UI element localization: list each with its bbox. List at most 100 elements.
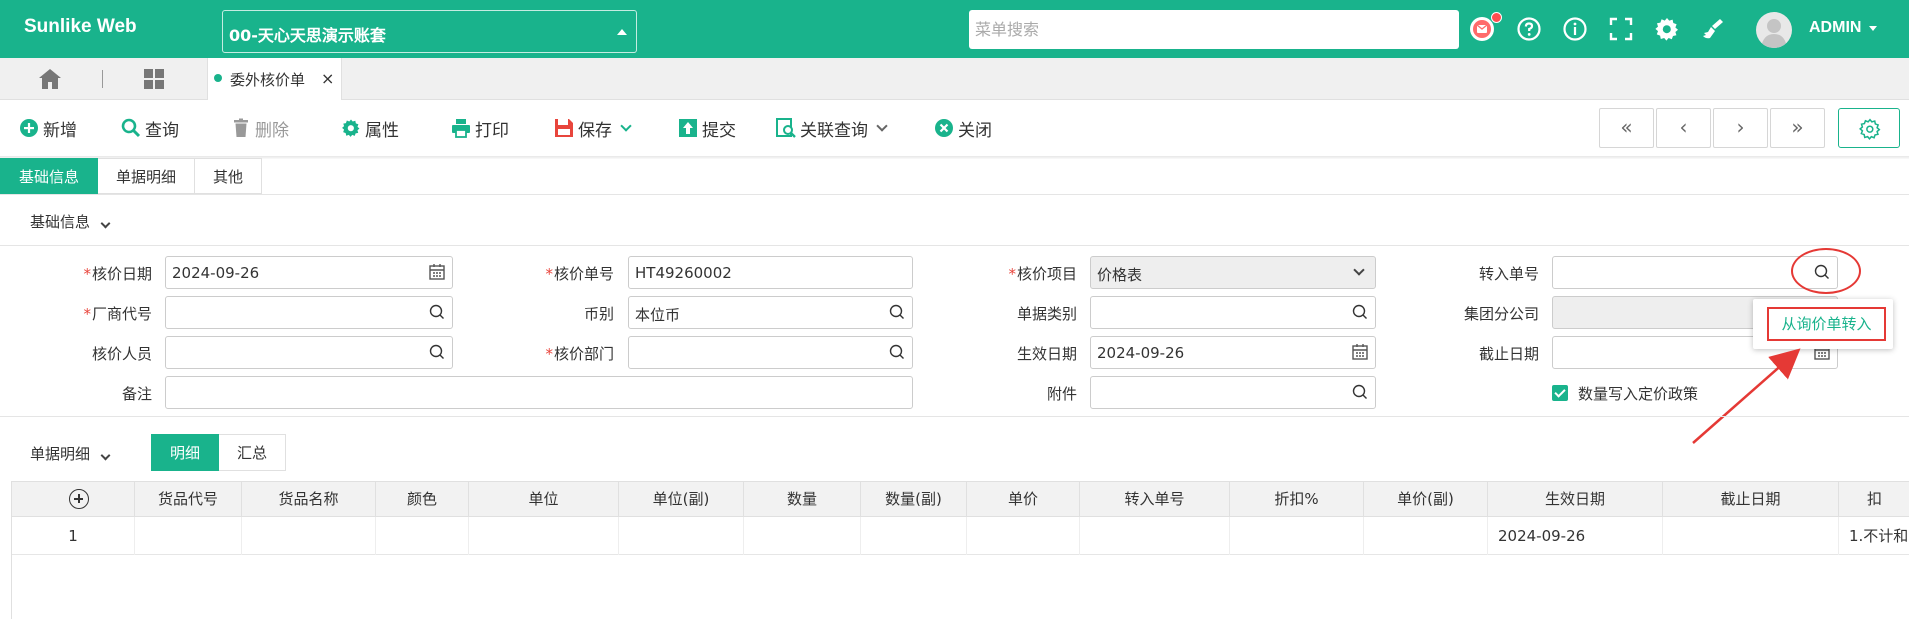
cell-end-date[interactable] [1663,517,1839,555]
menu-search-input[interactable] [969,10,1459,49]
tab-label[interactable]: 委外核价单 [230,69,305,90]
user-avatar[interactable] [1756,12,1792,48]
search-icon[interactable] [1351,383,1369,401]
cell-price[interactable] [967,517,1080,555]
info-icon[interactable] [1562,16,1588,42]
detail-header[interactable]: 单据明细 [30,443,111,464]
remark-field[interactable] [165,376,913,409]
cell-color[interactable] [376,517,469,555]
properties-button[interactable]: 属性 [341,116,399,141]
from-inquiry-transfer-option[interactable]: 从询价单转入 [1767,307,1886,341]
divider [0,194,1909,195]
search-icon[interactable] [428,343,446,361]
col-price[interactable]: 单价 [967,482,1080,518]
cell-unit[interactable] [469,517,619,555]
print-button[interactable]: 打印 [451,116,509,141]
col-effective-date[interactable]: 生效日期 [1488,482,1663,518]
cell-transfer-no[interactable] [1080,517,1230,555]
col-discount[interactable]: 折扣% [1230,482,1364,518]
search-icon[interactable] [1351,303,1369,321]
write-qty-checkbox[interactable] [1552,385,1568,401]
cell-unit-sub[interactable] [619,517,744,555]
attachment-field[interactable] [1090,376,1376,409]
currency-value: 本位币 [635,306,681,324]
fullscreen-icon[interactable] [1608,16,1634,42]
cell-qty[interactable] [744,517,861,555]
currency-label: 币别 [583,305,614,323]
price-no-field[interactable]: HT49260002 [628,256,913,289]
tab-detail[interactable]: 明细 [151,434,220,471]
price-item-select[interactable]: 价格表 [1090,256,1376,289]
grid-add-row[interactable] [12,482,135,518]
company-selector[interactable]: 00-天心天思演示账套 [222,10,637,53]
price-person-field[interactable] [165,336,453,369]
doc-type-field[interactable] [1090,296,1376,329]
cell-effective-date[interactable]: 2024-09-26 [1488,517,1663,555]
price-date-field[interactable]: 2024-09-26 [165,256,453,289]
col-deduct[interactable]: 扣 [1839,482,1909,518]
price-dept-field[interactable] [628,336,913,369]
calendar-icon[interactable] [428,263,446,281]
cell-discount[interactable] [1230,517,1364,555]
tab-basic-info[interactable]: 基础信息 [0,158,99,194]
table-row[interactable]: 1 2024-09-26 1.不计和 [12,517,1909,555]
col-price-sub[interactable]: 单价(副) [1364,482,1488,518]
search-icon[interactable] [428,303,446,321]
clean-brush-icon[interactable] [1700,16,1726,42]
cell-goods-code[interactable] [135,517,242,555]
next-record-button[interactable]: › [1713,108,1768,148]
settings-icon[interactable] [1654,16,1680,42]
col-color[interactable]: 颜色 [376,482,469,518]
cell-deduct[interactable]: 1.不计和 [1839,517,1909,555]
query-button[interactable]: 查询 [121,116,179,141]
cell-qty-sub[interactable] [861,517,967,555]
help-icon[interactable] [1516,16,1542,42]
chevron-down-icon[interactable] [620,119,632,132]
delete-button[interactable]: 删除 [231,116,289,141]
save-button[interactable]: 保存 [554,116,632,141]
col-qty[interactable]: 数量 [744,482,861,518]
caret-up-icon [617,29,627,35]
related-query-label: 关联查询 [800,120,868,141]
group-branch-label: 集团分公司 [1463,305,1539,323]
add-row-icon[interactable] [69,489,89,509]
search-icon[interactable] [888,303,906,321]
tab-doc-detail[interactable]: 单据明细 [98,158,196,194]
tab-close-icon[interactable]: × [321,69,334,88]
last-record-button[interactable]: » [1770,108,1825,148]
col-transfer-no[interactable]: 转入单号 [1080,482,1230,518]
effective-date-value: 2024-09-26 [1097,344,1185,362]
new-button[interactable]: 新增 [19,116,77,141]
cell-goods-name[interactable] [242,517,376,555]
first-record-button[interactable]: « [1599,108,1654,148]
cell-price-sub[interactable] [1364,517,1488,555]
home-icon[interactable] [37,67,63,91]
tab-other[interactable]: 其他 [195,158,263,194]
apps-grid-icon[interactable] [142,67,166,91]
col-end-date[interactable]: 截止日期 [1663,482,1839,518]
col-goods-code[interactable]: 货品代号 [135,482,242,518]
col-unit-sub[interactable]: 单位(副) [619,482,744,518]
user-name[interactable]: ADMIN [1809,19,1861,37]
gear-icon [341,118,361,138]
tab-summary[interactable]: 汇总 [219,434,287,471]
save-label: 保存 [578,120,612,141]
related-query-button[interactable]: 关联查询 [776,116,888,141]
close-button[interactable]: 关闭 [934,116,992,141]
vendor-code-field[interactable] [165,296,453,329]
caret-down-icon[interactable] [1869,26,1877,31]
chevron-down-icon[interactable] [876,119,888,132]
col-goods-name[interactable]: 货品名称 [242,482,376,518]
currency-field[interactable]: 本位币 [628,296,913,329]
search-icon[interactable] [888,343,906,361]
page-settings-button[interactable] [1838,108,1900,148]
basic-info-header[interactable]: 基础信息 [30,211,111,232]
calendar-icon[interactable] [1351,343,1369,361]
printer-icon [451,118,471,138]
col-unit[interactable]: 单位 [469,482,619,518]
effective-date-field[interactable]: 2024-09-26 [1090,336,1376,369]
submit-button[interactable]: 提交 [678,116,736,141]
trash-icon [231,118,251,138]
col-qty-sub[interactable]: 数量(副) [861,482,967,518]
prev-record-button[interactable]: ‹ [1656,108,1711,148]
